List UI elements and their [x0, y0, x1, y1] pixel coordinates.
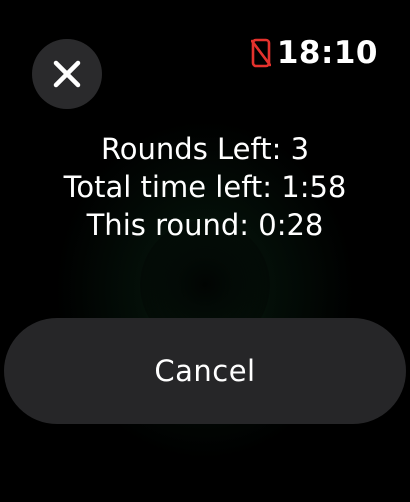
this-round-text: This round: 0:28	[86, 208, 324, 242]
close-button[interactable]	[32, 39, 102, 109]
total-time-left-text: Total time left: 1:58	[63, 170, 347, 204]
status-time: 18:10	[276, 35, 378, 71]
rounds-left-text: Rounds Left: 3	[100, 132, 310, 166]
status-bar: 18:10	[250, 34, 378, 72]
close-icon	[52, 59, 82, 89]
phone-disconnected-icon	[250, 38, 271, 68]
cancel-button-label: Cancel	[154, 354, 256, 388]
cancel-button[interactable]: Cancel	[4, 318, 406, 424]
workout-info: Rounds Left: 3 Total time left: 1:58 Thi…	[0, 130, 410, 244]
